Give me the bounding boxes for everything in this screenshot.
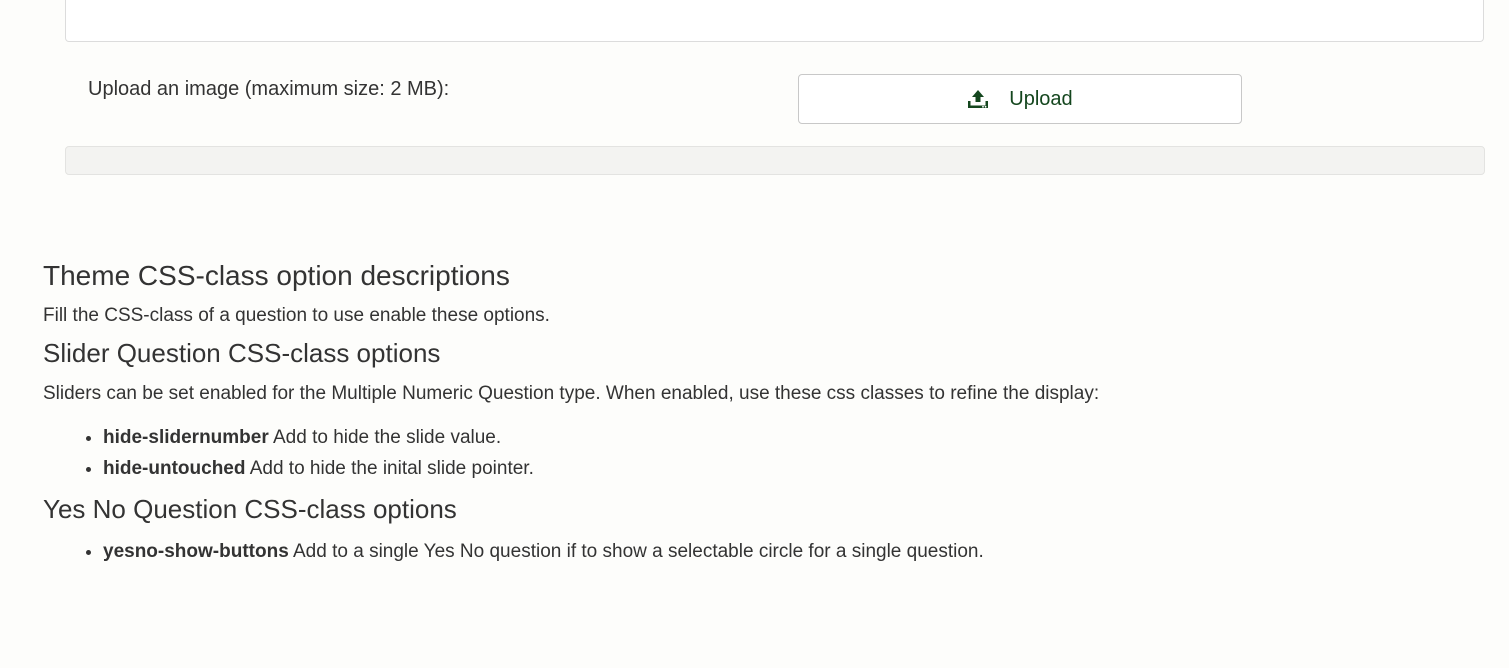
css-class-description: Add to a single Yes No question if to sh… <box>288 541 984 562</box>
upload-button[interactable]: Upload <box>798 74 1242 124</box>
css-class-description: Add to hide the slide value. <box>268 427 502 448</box>
help-intro: Fill the CSS-class of a question to use … <box>43 305 550 326</box>
css-class-help: Theme CSS-class option descriptions Fill… <box>43 256 1483 567</box>
list-item: hide-untouched Add to hide the inital sl… <box>103 453 1483 484</box>
css-class-name: yesno-show-buttons <box>103 541 289 562</box>
image-preview-panel <box>65 0 1484 42</box>
upload-row: Upload an image (maximum size: 2 MB): Up… <box>88 74 1242 124</box>
upload-icon <box>967 89 989 109</box>
slider-options-description: Sliders can be set enabled for the Multi… <box>43 383 1100 404</box>
list-item: hide-slidernumber Add to hide the slide … <box>103 422 1483 453</box>
css-class-description: Add to hide the inital slide pointer. <box>245 458 534 479</box>
upload-progress-bar <box>65 146 1485 175</box>
css-class-name: hide-untouched <box>103 458 246 479</box>
yesno-options-title: Yes No Question CSS-class options <box>43 494 457 524</box>
slider-options-title: Slider Question CSS-class options <box>43 338 441 368</box>
slider-options-list: hide-slidernumber Add to hide the slide … <box>43 422 1483 484</box>
upload-button-label: Upload <box>1009 87 1073 110</box>
yesno-options-list: yesno-show-buttons Add to a single Yes N… <box>43 536 1483 567</box>
css-class-name: hide-slidernumber <box>103 427 269 448</box>
help-title: Theme CSS-class option descriptions <box>43 260 510 291</box>
upload-label: Upload an image (maximum size: 2 MB): <box>88 78 450 100</box>
theme-options-page: Upload an image (maximum size: 2 MB): Up… <box>0 0 1509 668</box>
list-item: yesno-show-buttons Add to a single Yes N… <box>103 536 1483 567</box>
